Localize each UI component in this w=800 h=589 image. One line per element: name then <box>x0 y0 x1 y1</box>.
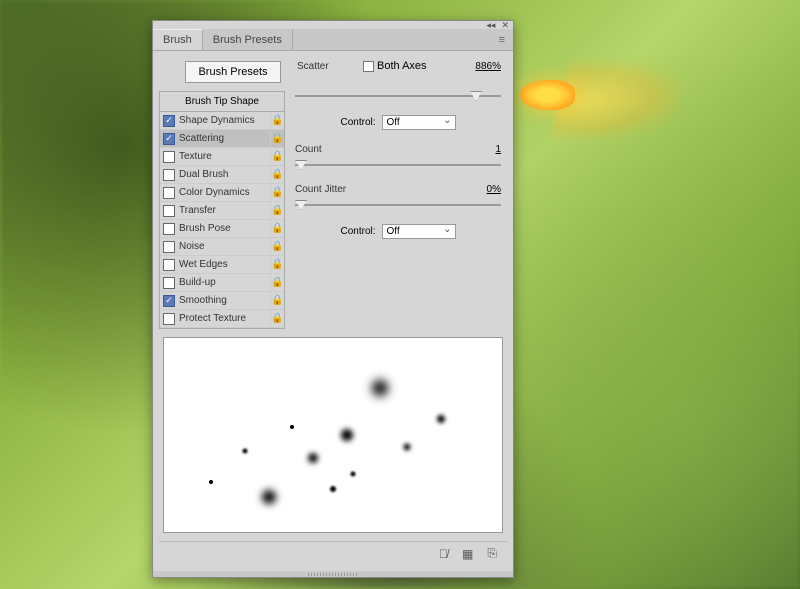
lock-icon[interactable]: 🔒 <box>270 130 284 147</box>
scatter-slider[interactable] <box>295 91 501 105</box>
checkbox-icon[interactable]: ✓ <box>163 133 175 145</box>
jitter-control-select[interactable]: Off <box>382 224 456 239</box>
brush-presets-button[interactable]: Brush Presets <box>185 61 280 83</box>
create-brush-icon[interactable]: ⎘ <box>487 546 497 561</box>
sidebar-item-label: Dual Brush <box>179 169 270 180</box>
sidebar-item-label: Build-up <box>179 277 270 288</box>
brush-options-sidebar: Brush Tip Shape ✓Shape Dynamics🔒✓Scatter… <box>159 91 285 329</box>
sidebar-item-texture[interactable]: Texture🔒 <box>160 148 284 166</box>
sidebar-item-label: Wet Edges <box>179 259 270 270</box>
checkbox-icon[interactable] <box>163 223 175 235</box>
checkbox-icon[interactable] <box>163 187 175 199</box>
checkbox-icon[interactable] <box>163 169 175 181</box>
resize-grip[interactable] <box>153 571 513 577</box>
sidebar-item-wet-edges[interactable]: Wet Edges🔒 <box>160 256 284 274</box>
brush-panel: ◂◂ ✕ Brush Brush Presets ≡ Brush Presets… <box>152 20 514 578</box>
lock-icon[interactable]: 🔒 <box>270 166 284 183</box>
sidebar-item-build-up[interactable]: Build-up🔒 <box>160 274 284 292</box>
lock-icon[interactable]: 🔒 <box>270 148 284 165</box>
count-label: Count <box>295 144 355 155</box>
new-preset-icon[interactable]: ▦ <box>462 547 473 561</box>
lock-icon[interactable]: 🔒 <box>270 274 284 291</box>
lock-icon[interactable]: 🔒 <box>270 310 284 327</box>
control-label-2: Control: <box>340 226 375 237</box>
brush-preview <box>163 337 503 533</box>
lock-icon[interactable]: 🔒 <box>270 220 284 237</box>
preview-dot <box>290 425 294 429</box>
count-slider[interactable] <box>295 160 501 174</box>
preview-dot <box>209 480 213 484</box>
lock-icon[interactable]: 🔒 <box>270 256 284 273</box>
lock-icon[interactable]: 🔒 <box>270 202 284 219</box>
tab-brush[interactable]: Brush <box>153 29 203 50</box>
both-axes-checkbox[interactable]: Both Axes <box>363 60 427 72</box>
preview-dot <box>243 448 248 453</box>
lock-icon[interactable]: 🔒 <box>270 112 284 129</box>
sidebar-item-shape-dynamics[interactable]: ✓ Shape Dynamics🔒 <box>160 112 284 130</box>
scatter-control-select[interactable]: Off <box>382 115 456 130</box>
sidebar-item-smoothing[interactable]: ✓ Smoothing🔒 <box>160 292 284 310</box>
lock-icon[interactable]: 🔒 <box>270 184 284 201</box>
sidebar-item-label: Shape Dynamics <box>179 115 270 126</box>
sidebar-item-color-dynamics[interactable]: Color Dynamics🔒 <box>160 184 284 202</box>
sidebar-item-noise[interactable]: Noise🔒 <box>160 238 284 256</box>
sidebar-item-label: Noise <box>179 241 270 252</box>
checkbox-icon[interactable] <box>163 313 175 325</box>
preview-dot <box>351 471 356 476</box>
sidebar-item-label: Color Dynamics <box>179 187 270 198</box>
panel-titlebar: ◂◂ ✕ <box>153 21 513 29</box>
count-jitter-slider[interactable] <box>295 200 501 214</box>
checkbox-icon[interactable] <box>163 205 175 217</box>
sidebar-item-label: Brush Pose <box>179 223 270 234</box>
checkbox-icon[interactable]: ✓ <box>163 295 175 307</box>
tab-brush-presets[interactable]: Brush Presets <box>203 29 293 50</box>
panel-menu-icon[interactable]: ≡ <box>491 29 513 50</box>
sidebar-item-label: Transfer <box>179 205 270 216</box>
preview-dot <box>308 453 318 463</box>
sidebar-item-dual-brush[interactable]: Dual Brush🔒 <box>160 166 284 184</box>
preview-dot <box>372 380 388 396</box>
checkbox-icon[interactable] <box>163 241 175 253</box>
checkbox-icon[interactable]: ✓ <box>163 115 175 127</box>
panel-bottom-bar: 👁̸ ▦ ⎘ <box>159 541 507 565</box>
scatter-value[interactable]: 886% <box>461 61 501 72</box>
sidebar-item-label: Smoothing <box>179 295 270 306</box>
lock-icon[interactable]: 🔒 <box>270 238 284 255</box>
checkbox-icon[interactable] <box>163 151 175 163</box>
preview-dot <box>341 429 353 441</box>
scatter-label: Scatter <box>297 61 357 72</box>
sidebar-item-brush-pose[interactable]: Brush Pose🔒 <box>160 220 284 238</box>
sidebar-item-label: Texture <box>179 151 270 162</box>
brush-tip-shape-header[interactable]: Brush Tip Shape <box>160 92 284 112</box>
toggle-preview-icon[interactable]: 👁̸ <box>439 547 448 561</box>
preview-dot <box>330 486 336 492</box>
checkbox-icon[interactable] <box>163 259 175 271</box>
sidebar-item-label: Scattering <box>179 133 270 144</box>
panel-tabs: Brush Brush Presets ≡ <box>153 29 513 51</box>
sidebar-item-scattering[interactable]: ✓ Scattering🔒 <box>160 130 284 148</box>
preview-dot <box>262 490 276 504</box>
control-label-1: Control: <box>340 117 375 128</box>
sidebar-item-protect-texture[interactable]: Protect Texture🔒 <box>160 310 284 328</box>
checkbox-icon[interactable] <box>163 277 175 289</box>
sidebar-item-transfer[interactable]: Transfer🔒 <box>160 202 284 220</box>
preview-dot <box>437 415 445 423</box>
count-jitter-label: Count Jitter <box>295 184 375 195</box>
count-value[interactable]: 1 <box>461 144 501 155</box>
count-jitter-value[interactable]: 0% <box>461 184 501 195</box>
sidebar-item-label: Protect Texture <box>179 313 270 324</box>
lock-icon[interactable]: 🔒 <box>270 292 284 309</box>
preview-dot <box>404 443 411 450</box>
